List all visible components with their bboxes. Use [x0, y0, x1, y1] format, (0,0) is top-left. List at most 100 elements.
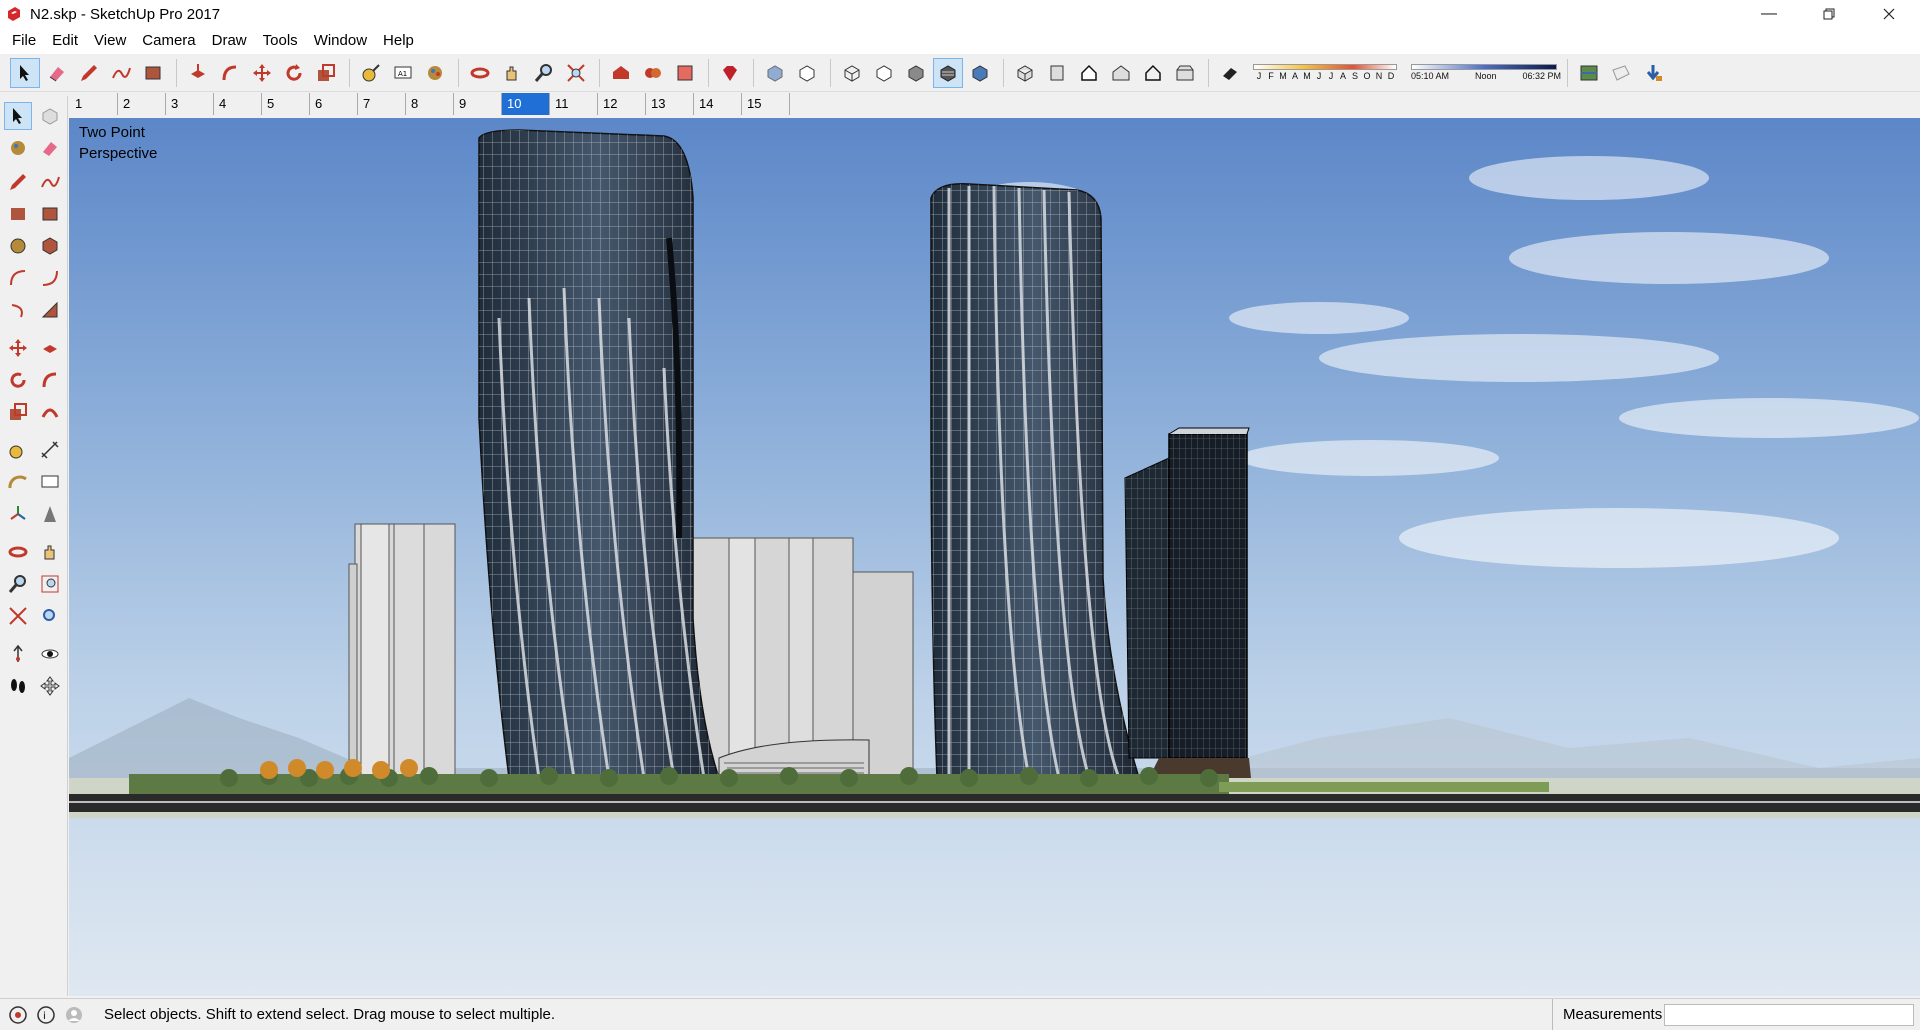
axes-tool-button[interactable]: [4, 500, 32, 528]
shaded-textures-button[interactable]: [933, 57, 963, 88]
pencil-tool-button[interactable]: [74, 58, 104, 88]
right-view-button[interactable]: [1106, 58, 1136, 88]
make-component-button[interactable]: [36, 102, 64, 130]
eraser-tool-button[interactable]: [36, 134, 64, 162]
scene-tab[interactable]: 5: [262, 93, 310, 115]
scale-tool-button[interactable]: [311, 58, 341, 88]
geo-location-status-icon[interactable]: [8, 1005, 28, 1025]
month-slider[interactable]: [1253, 64, 1397, 70]
two-point-arc-tool-button[interactable]: [36, 264, 64, 292]
push-pull-tool-button[interactable]: [183, 58, 213, 88]
scene-tab[interactable]: 7: [358, 93, 406, 115]
move-tool-button[interactable]: [4, 334, 32, 362]
select-tool-button[interactable]: [10, 57, 40, 88]
scene-tab[interactable]: 14: [694, 93, 742, 115]
pan-tool-button[interactable]: [36, 538, 64, 566]
zoom-extents-tool-button[interactable]: [4, 602, 32, 630]
move-tool-button[interactable]: [247, 58, 277, 88]
model-viewport[interactable]: Two Point Perspective: [69, 118, 1920, 996]
follow-me-tool-button[interactable]: [36, 366, 64, 394]
scene-tab[interactable]: 4: [214, 93, 262, 115]
zoom-window-tool-button[interactable]: [36, 570, 64, 598]
text-tool-button[interactable]: [36, 468, 64, 496]
freehand-tool-button[interactable]: [106, 58, 136, 88]
wireframe-button[interactable]: [837, 58, 867, 88]
menu-view[interactable]: View: [86, 28, 134, 54]
select-tool-button[interactable]: [4, 102, 32, 130]
menu-camera[interactable]: Camera: [134, 28, 203, 54]
3d-text-tool-button[interactable]: [36, 500, 64, 528]
paint-bucket-tool-button[interactable]: [4, 134, 32, 162]
tape-measure-tool-button[interactable]: [356, 58, 386, 88]
text-tool-button[interactable]: A1: [388, 58, 418, 88]
menu-edit[interactable]: Edit: [44, 28, 86, 54]
measurements-input[interactable]: [1664, 1004, 1914, 1026]
orbit-tool-button[interactable]: [465, 58, 495, 88]
scale-tool-button[interactable]: [4, 398, 32, 426]
geo-location-button[interactable]: [1574, 58, 1604, 88]
rectangle-tool-button[interactable]: [138, 58, 168, 88]
zoom-extents-tool-button[interactable]: [561, 58, 591, 88]
shaded-button[interactable]: [901, 58, 931, 88]
export-button[interactable]: [1638, 58, 1668, 88]
freehand-tool-button[interactable]: [36, 168, 64, 196]
polygon-tool-button[interactable]: [36, 232, 64, 260]
xray-button[interactable]: [760, 58, 790, 88]
offset-tool-button[interactable]: [36, 398, 64, 426]
scene-tab[interactable]: 1: [70, 93, 118, 115]
rotated-rectangle-tool-button[interactable]: [36, 200, 64, 228]
iso-view-button[interactable]: [1010, 58, 1040, 88]
circle-tool-button[interactable]: [4, 232, 32, 260]
minimize-button[interactable]: —: [1740, 0, 1798, 28]
pan-tool-button[interactable]: [497, 58, 527, 88]
back-view-button[interactable]: [1138, 58, 1168, 88]
push-pull-tool-button[interactable]: [36, 334, 64, 362]
previous-view-button[interactable]: [36, 602, 64, 630]
warehouse-button[interactable]: [606, 58, 636, 88]
photo-texture-button[interactable]: [1606, 58, 1636, 88]
restore-button[interactable]: [1800, 0, 1858, 28]
menu-help[interactable]: Help: [375, 28, 422, 54]
scene-tab[interactable]: 15: [742, 93, 790, 115]
top-view-button[interactable]: [1042, 58, 1072, 88]
follow-me-tool-button[interactable]: [215, 58, 245, 88]
pie-tool-button[interactable]: [36, 296, 64, 324]
tape-measure-tool-button[interactable]: [4, 436, 32, 464]
hidden-line-button[interactable]: [869, 58, 899, 88]
protractor-tool-button[interactable]: [4, 468, 32, 496]
look-around-tool-button[interactable]: [36, 640, 64, 668]
close-button[interactable]: [1860, 0, 1918, 28]
extension-warehouse-button[interactable]: [638, 58, 668, 88]
menu-window[interactable]: Window: [306, 28, 375, 54]
zoom-tool-button[interactable]: [4, 570, 32, 598]
time-slider[interactable]: [1411, 64, 1557, 70]
arc-tool-button[interactable]: [4, 264, 32, 292]
left-view-button[interactable]: [1170, 58, 1200, 88]
shadow-settings-widget[interactable]: J F M A M J J A S O N D: [1253, 64, 1397, 81]
ruby-console-button[interactable]: [715, 58, 745, 88]
scene-tab[interactable]: 12: [598, 93, 646, 115]
time-settings-widget[interactable]: 05:10 AM Noon 06:32 PM: [1411, 64, 1561, 81]
front-view-button[interactable]: [1074, 58, 1104, 88]
monochrome-button[interactable]: [965, 58, 995, 88]
scene-tab[interactable]: 13: [646, 93, 694, 115]
zoom-tool-button[interactable]: [529, 58, 559, 88]
three-point-arc-tool-button[interactable]: [4, 296, 32, 324]
user-account-icon[interactable]: [64, 1005, 84, 1025]
scene-tab[interactable]: 2: [118, 93, 166, 115]
scene-tab[interactable]: 11: [550, 93, 598, 115]
dimension-tool-button[interactable]: [36, 436, 64, 464]
layout-button[interactable]: [670, 58, 700, 88]
scene-tab[interactable]: 6: [310, 93, 358, 115]
menu-file[interactable]: File: [4, 28, 44, 54]
section-plane-tool-button[interactable]: [36, 672, 64, 700]
shadows-toggle-button[interactable]: [1215, 58, 1245, 88]
orbit-tool-button[interactable]: [4, 538, 32, 566]
rotate-tool-button[interactable]: [279, 58, 309, 88]
scene-tab[interactable]: 8: [406, 93, 454, 115]
credits-status-icon[interactable]: i: [36, 1005, 56, 1025]
back-edges-button[interactable]: [792, 58, 822, 88]
scene-tab[interactable]: 3: [166, 93, 214, 115]
walk-tool-button[interactable]: [4, 672, 32, 700]
rotate-tool-button[interactable]: [4, 366, 32, 394]
